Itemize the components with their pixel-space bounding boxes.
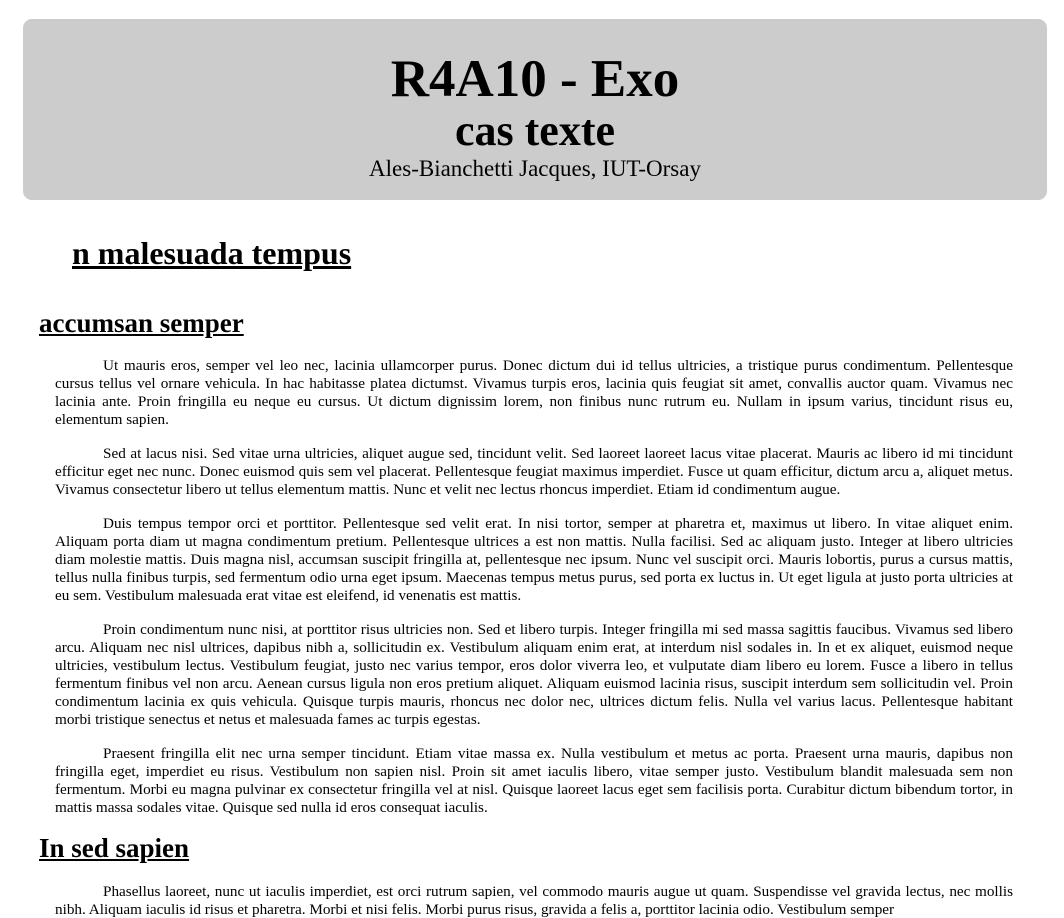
paragraph: Phasellus laoreet, nunc ut iaculis imper… xyxy=(55,883,1013,918)
title-banner: R4A10 - Exo cas texte Ales-Bianchetti Ja… xyxy=(23,19,1047,200)
section-heading: n malesuada tempus xyxy=(72,235,352,271)
subsection-heading-in-sed-sapien: In sed sapien xyxy=(39,833,190,863)
paragraph: Duis tempus tempor orci et porttitor. Pe… xyxy=(55,515,1013,604)
paragraph: Proin condimentum nunc nisi, at porttito… xyxy=(55,621,1013,728)
paragraph: Praesent fringilla elit nec urna semper … xyxy=(55,745,1013,816)
subsection-heading-accumsan: accumsan semper xyxy=(39,308,244,338)
document-author: Ales-Bianchetti Jacques, IUT-Orsay xyxy=(369,156,701,181)
document-page: R4A10 - Exo cas texte Ales-Bianchetti Ja… xyxy=(0,0,1064,918)
document-subtitle: cas texte xyxy=(454,106,615,155)
paragraph: Ut mauris eros, semper vel leo nec, laci… xyxy=(55,357,1013,428)
document-title: R4A10 - Exo xyxy=(390,50,680,108)
paragraph: Sed at lacus nisi. Sed vitae urna ultric… xyxy=(55,445,1013,498)
